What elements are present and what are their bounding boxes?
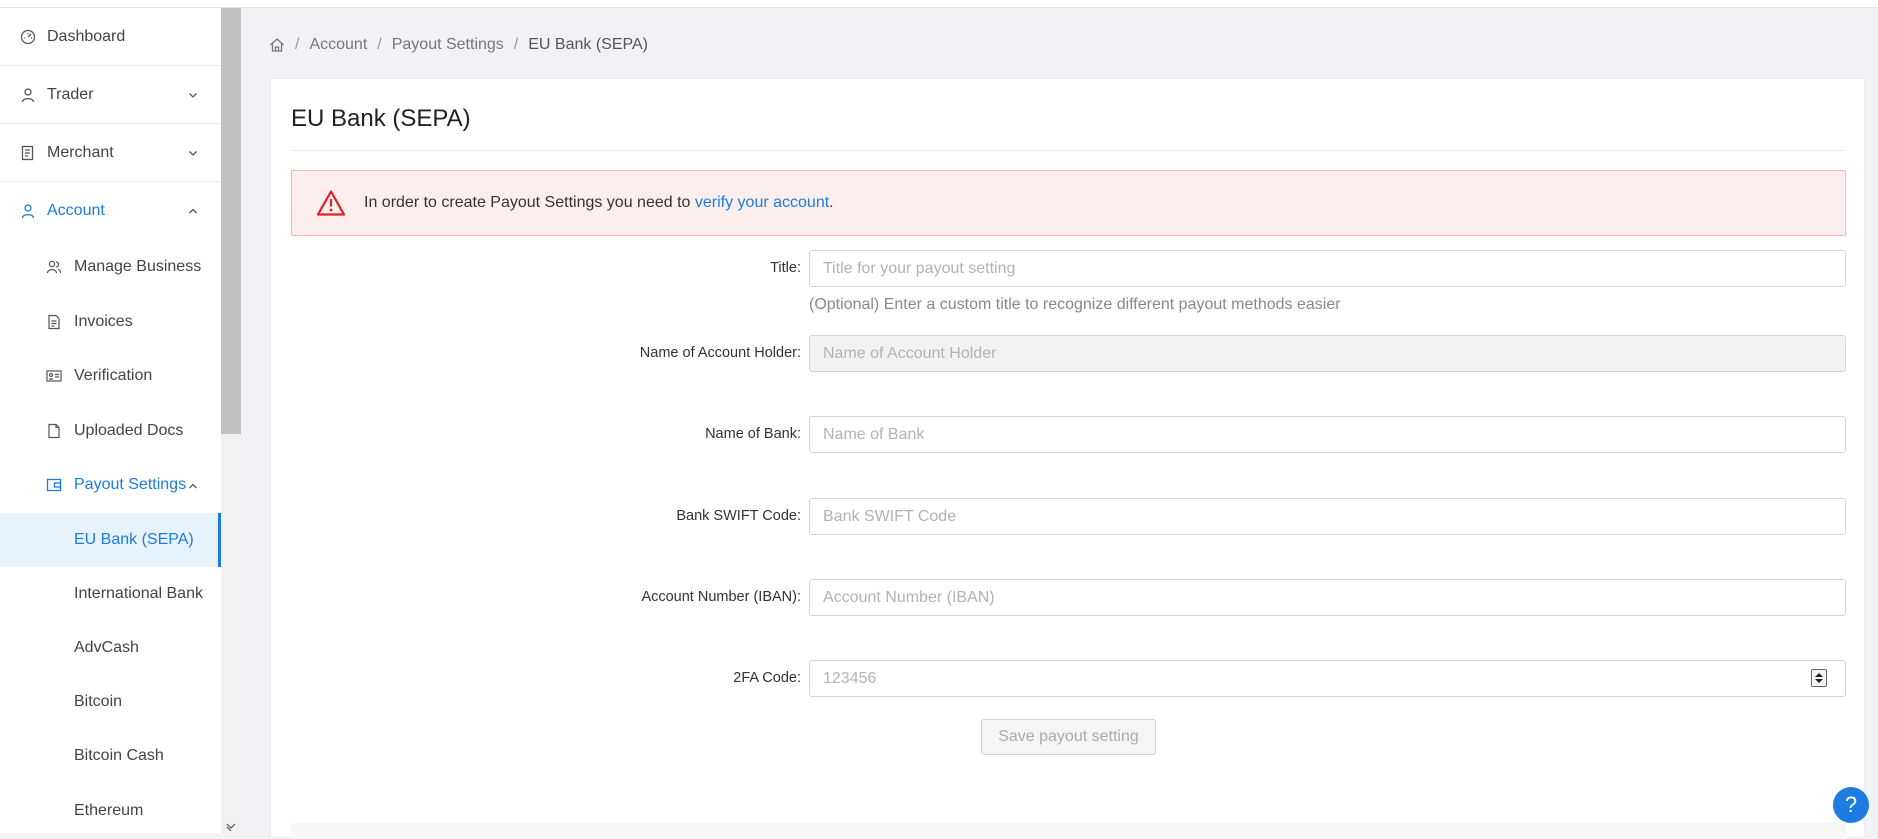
user-icon: [20, 87, 36, 103]
swift-label: Bank SWIFT Code:: [676, 508, 801, 524]
sidebar-item-label: Uploaded Docs: [74, 421, 184, 439]
sidebar-item-label: International Bank: [74, 584, 203, 602]
verification-alert: In order to create Payout Settings you n…: [291, 170, 1846, 236]
breadcrumb-separator: /: [513, 36, 519, 53]
sidebar-item-payout-settings[interactable]: Payout Settings: [0, 458, 221, 513]
sidebar-item-label: Ethereum: [74, 801, 144, 819]
scroll-down-icon[interactable]: [225, 821, 237, 833]
bank-name-input[interactable]: [809, 416, 1846, 453]
sidebar-item-invoices[interactable]: Invoices: [0, 295, 221, 350]
account-holder-input[interactable]: [809, 335, 1846, 372]
dashboard-icon: [20, 29, 36, 45]
sidebar-item-bitcoin-cash[interactable]: Bitcoin Cash: [0, 729, 221, 783]
sidebar-item-verification[interactable]: Verification: [0, 349, 221, 404]
sidebar-item-uploaded-docs[interactable]: Uploaded Docs: [0, 404, 221, 459]
sidebar-scrollbar[interactable]: [221, 8, 241, 833]
chevron-up-icon: [187, 204, 199, 216]
twofa-label: 2FA Code:: [733, 670, 801, 686]
help-button[interactable]: ?: [1833, 787, 1869, 823]
sidebar-item-international-bank[interactable]: International Bank: [0, 567, 221, 621]
sidebar-item-label: Bitcoin Cash: [74, 747, 164, 765]
sidebar-item-ethereum[interactable]: Ethereum: [0, 783, 221, 833]
breadcrumb-payout-settings[interactable]: Payout Settings: [392, 36, 504, 54]
divider: [291, 150, 1846, 151]
users-icon: [46, 259, 62, 275]
sidebar-item-label: AdvCash: [74, 638, 139, 656]
sidebar-item-trader[interactable]: Trader: [0, 66, 221, 124]
sidebar-item-label: Verification: [74, 367, 153, 385]
sidebar-item-label: EU Bank (SEPA): [74, 530, 194, 548]
wallet-icon: [46, 477, 62, 493]
sidebar-item-label: Payout Settings: [74, 476, 187, 494]
twofa-input[interactable]: [809, 660, 1846, 697]
title-label: Title:: [770, 260, 801, 276]
verify-account-link[interactable]: verify your account: [695, 194, 829, 211]
user-icon: [20, 203, 36, 219]
iban-label: Account Number (IBAN):: [641, 589, 801, 605]
number-stepper-icon[interactable]: [1811, 669, 1827, 687]
sidebar-item-label: Account: [47, 202, 105, 219]
save-payout-button[interactable]: Save payout setting: [981, 719, 1156, 755]
title-help-text: (Optional) Enter a custom title to recog…: [809, 296, 1341, 313]
chevron-down-icon: [187, 88, 199, 100]
scrollbar-thumb[interactable]: [221, 8, 241, 434]
sidebar-item-advcash[interactable]: AdvCash: [0, 621, 221, 675]
top-bar: [0, 0, 1878, 8]
file-icon: [46, 423, 62, 439]
document-icon: [46, 314, 62, 330]
breadcrumb-separator: /: [295, 36, 300, 53]
breadcrumb-account[interactable]: Account: [309, 36, 367, 54]
sidebar: Dashboard Trader Merchant Account Manage: [0, 8, 221, 833]
home-icon[interactable]: [269, 37, 285, 53]
sidebar-item-label: Invoices: [74, 312, 133, 330]
sidebar-item-account[interactable]: Account: [0, 182, 221, 240]
title-input[interactable]: [809, 250, 1846, 287]
sidebar-item-label: Trader: [47, 85, 94, 103]
account-holder-label: Name of Account Holder:: [639, 345, 801, 361]
sidebar-item-label: Bitcoin: [74, 693, 123, 711]
sidebar-item-eu-bank[interactable]: EU Bank (SEPA): [0, 512, 221, 567]
sidebar-item-merchant[interactable]: Merchant: [0, 124, 221, 182]
warning-icon: [316, 189, 346, 217]
payout-form-card: EU Bank (SEPA) In order to create Payout…: [270, 78, 1865, 839]
chevron-up-icon: [187, 479, 199, 491]
alert-text: In order to create Payout Settings you n…: [364, 194, 834, 211]
card-footer: [291, 823, 1846, 839]
sidebar-item-label: Dashboard: [47, 27, 126, 45]
breadcrumb: / Account / Payout Settings / EU Bank (S…: [269, 36, 648, 54]
sidebar-item-dashboard[interactable]: Dashboard: [0, 8, 221, 66]
main-content: / Account / Payout Settings / EU Bank (S…: [241, 8, 1878, 839]
swift-input[interactable]: [809, 498, 1846, 535]
chevron-down-icon: [187, 146, 199, 158]
breadcrumb-current: EU Bank (SEPA): [528, 36, 648, 53]
id-card-icon: [46, 368, 62, 384]
bank-name-label: Name of Bank:: [705, 426, 801, 442]
sidebar-item-label: Manage Business: [74, 258, 202, 276]
breadcrumb-separator: /: [377, 36, 382, 53]
receipt-icon: [20, 145, 36, 161]
iban-input[interactable]: [809, 579, 1846, 616]
sidebar-item-label: Merchant: [47, 143, 114, 161]
sidebar-item-manage-business[interactable]: Manage Business: [0, 240, 221, 295]
sidebar-item-bitcoin[interactable]: Bitcoin: [0, 675, 221, 729]
page-title: EU Bank (SEPA): [291, 105, 471, 132]
